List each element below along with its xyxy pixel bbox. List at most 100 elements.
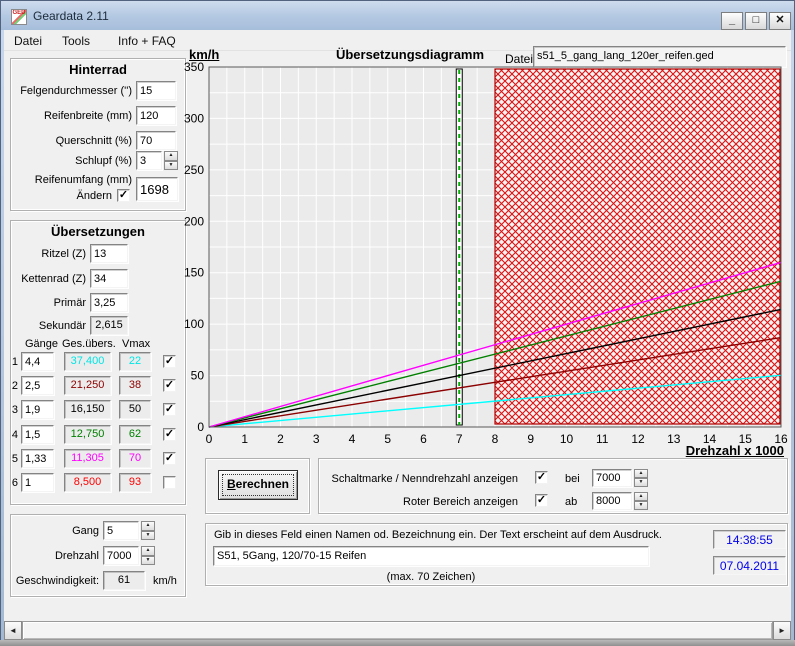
gear-4-input[interactable]	[21, 425, 54, 444]
x-tick-label: 0	[206, 432, 213, 446]
name-instruction: Gib in dieses Feld einen Namen od. Bezei…	[214, 529, 662, 541]
gear-4-total-ratio: 12,750	[64, 425, 111, 444]
uebersetzungen-title: Übersetzungen	[10, 224, 186, 239]
scroll-left-icon[interactable]: ◄	[4, 621, 22, 640]
x-tick-label: 4	[349, 432, 356, 446]
gang-input[interactable]	[103, 521, 139, 540]
reifenbreite-input[interactable]	[136, 106, 176, 125]
window-title: Geardata 2.11	[33, 9, 109, 23]
gear-6-input[interactable]	[21, 473, 54, 492]
berechnen-button[interactable]: Berechnen	[218, 470, 298, 500]
gear-5-checkbox[interactable]: ✓	[163, 452, 176, 465]
spinner-up-icon[interactable]: ▲	[634, 469, 648, 478]
y-tick-label: 100	[184, 317, 204, 331]
x-tick-label: 11	[596, 432, 609, 446]
schlupf-spinner[interactable]: ▲ ▼	[164, 151, 178, 170]
menu-tools[interactable]: Tools	[62, 34, 90, 48]
max-zeichen-hint: (max. 70 Zeichen)	[213, 571, 649, 583]
gear-number: 4	[6, 429, 18, 441]
y-tick-label: 300	[184, 111, 204, 125]
gear-1-input[interactable]	[21, 352, 54, 371]
roter-bereich-input[interactable]	[592, 492, 632, 510]
aendern-label: Ändern	[14, 190, 112, 202]
clock-time: 14:38:55	[713, 530, 786, 549]
gaenge-header: Gänge	[25, 338, 58, 350]
aendern-checkbox[interactable]: ✓	[117, 189, 130, 202]
window-bottom-frame	[0, 640, 795, 646]
felgendurchmesser-input[interactable]	[136, 81, 176, 100]
app-icon: GED	[11, 9, 27, 25]
y-tick-label: 50	[191, 369, 205, 383]
spinner-up-icon[interactable]: ▲	[141, 546, 155, 556]
gang-spinner[interactable]: ▲ ▼	[141, 521, 155, 540]
scrollbar-thumb[interactable]	[22, 621, 773, 640]
gear-6-total-ratio: 8,500	[64, 473, 111, 492]
name-input[interactable]	[213, 546, 649, 566]
gear-2-total-ratio: 21,250	[64, 376, 111, 395]
ritzel-input[interactable]	[90, 244, 128, 263]
gear-3-total-ratio: 16,150	[64, 400, 111, 419]
x-tick-label: 2	[277, 432, 284, 446]
y-tick-label: 0	[197, 420, 204, 434]
spinner-down-icon[interactable]: ▼	[164, 161, 178, 171]
spinner-down-icon[interactable]: ▼	[141, 556, 155, 566]
kettenrad-label: Kettenrad (Z)	[14, 273, 86, 285]
gear-number: 1	[6, 356, 18, 368]
drehzahl-spinner[interactable]: ▲ ▼	[141, 546, 155, 565]
roter-bereich-spinner[interactable]: ▲ ▼	[634, 492, 648, 510]
schlupf-input[interactable]	[136, 151, 162, 170]
x-tick-label: 1	[241, 432, 248, 446]
querschnitt-input[interactable]	[136, 131, 176, 150]
gear-2-checkbox[interactable]: ✓	[163, 379, 176, 392]
gear-5-input[interactable]	[21, 449, 54, 468]
gear-4-checkbox[interactable]: ✓	[163, 428, 176, 441]
geschwindigkeit-value: 61	[103, 571, 145, 590]
vmax-header: Vmax	[122, 338, 150, 350]
nenndrehzahl-spinner[interactable]: ▲ ▼	[634, 469, 648, 487]
felgendurchmesser-label: Felgendurchmesser ('')	[14, 85, 132, 97]
gear-6-checkbox[interactable]	[163, 476, 176, 489]
gear-3-vmax: 50	[119, 400, 151, 419]
kettenrad-input[interactable]	[90, 269, 128, 288]
ab-label: ab	[565, 496, 577, 508]
gear-3-checkbox[interactable]: ✓	[163, 403, 176, 416]
menu-info-faq[interactable]: Info + FAQ	[118, 34, 176, 48]
drehzahl-input[interactable]	[103, 546, 139, 565]
y-tick-label: 350	[184, 60, 204, 74]
spinner-up-icon[interactable]: ▲	[164, 151, 178, 161]
gear-1-checkbox[interactable]: ✓	[163, 355, 176, 368]
nenndrehzahl-input[interactable]	[592, 469, 632, 487]
gear-2-vmax: 38	[119, 376, 151, 395]
gear-2-input[interactable]	[21, 376, 54, 395]
spinner-down-icon[interactable]: ▼	[141, 531, 155, 541]
gear-number: 2	[6, 380, 18, 392]
gear-1-total-ratio: 37,400	[64, 352, 111, 371]
minimize-button[interactable]: _	[721, 12, 743, 30]
primaer-input[interactable]	[90, 293, 128, 312]
x-tick-label: 10	[560, 432, 574, 446]
title-bar[interactable]: GED Geardata 2.11	[1, 1, 794, 30]
maximize-button[interactable]: □	[745, 12, 767, 30]
y-tick-label: 200	[184, 214, 204, 228]
sekundaer-value: 2,615	[90, 316, 128, 335]
close-button[interactable]: ✕	[769, 12, 791, 30]
spinner-down-icon[interactable]: ▼	[634, 478, 648, 487]
schaltmarke-label: Schaltmarke / Nenndrehzahl anzeigen	[330, 473, 518, 485]
spinner-up-icon[interactable]: ▲	[634, 492, 648, 501]
schaltmarke-checkbox[interactable]: ✓	[535, 471, 548, 484]
gear-number: 6	[6, 477, 18, 489]
x-tick-label: 3	[313, 432, 320, 446]
bei-label: bei	[565, 473, 580, 485]
roter-bereich-checkbox[interactable]: ✓	[535, 494, 548, 507]
spinner-up-icon[interactable]: ▲	[141, 521, 155, 531]
x-tick-label: 8	[492, 432, 499, 446]
reifenumfang-input[interactable]	[136, 177, 178, 201]
scroll-right-icon[interactable]: ►	[773, 621, 791, 640]
drehzahl-label: Drehzahl	[14, 550, 99, 562]
spinner-down-icon[interactable]: ▼	[634, 501, 648, 510]
gear-3-input[interactable]	[21, 400, 54, 419]
sekundaer-label: Sekundär	[14, 320, 86, 332]
reifenumfang-label: Reifenumfang (mm)	[14, 174, 132, 186]
geschwindigkeit-label: Geschwindigkeit:	[14, 575, 99, 587]
menu-datei[interactable]: Datei	[14, 34, 42, 48]
